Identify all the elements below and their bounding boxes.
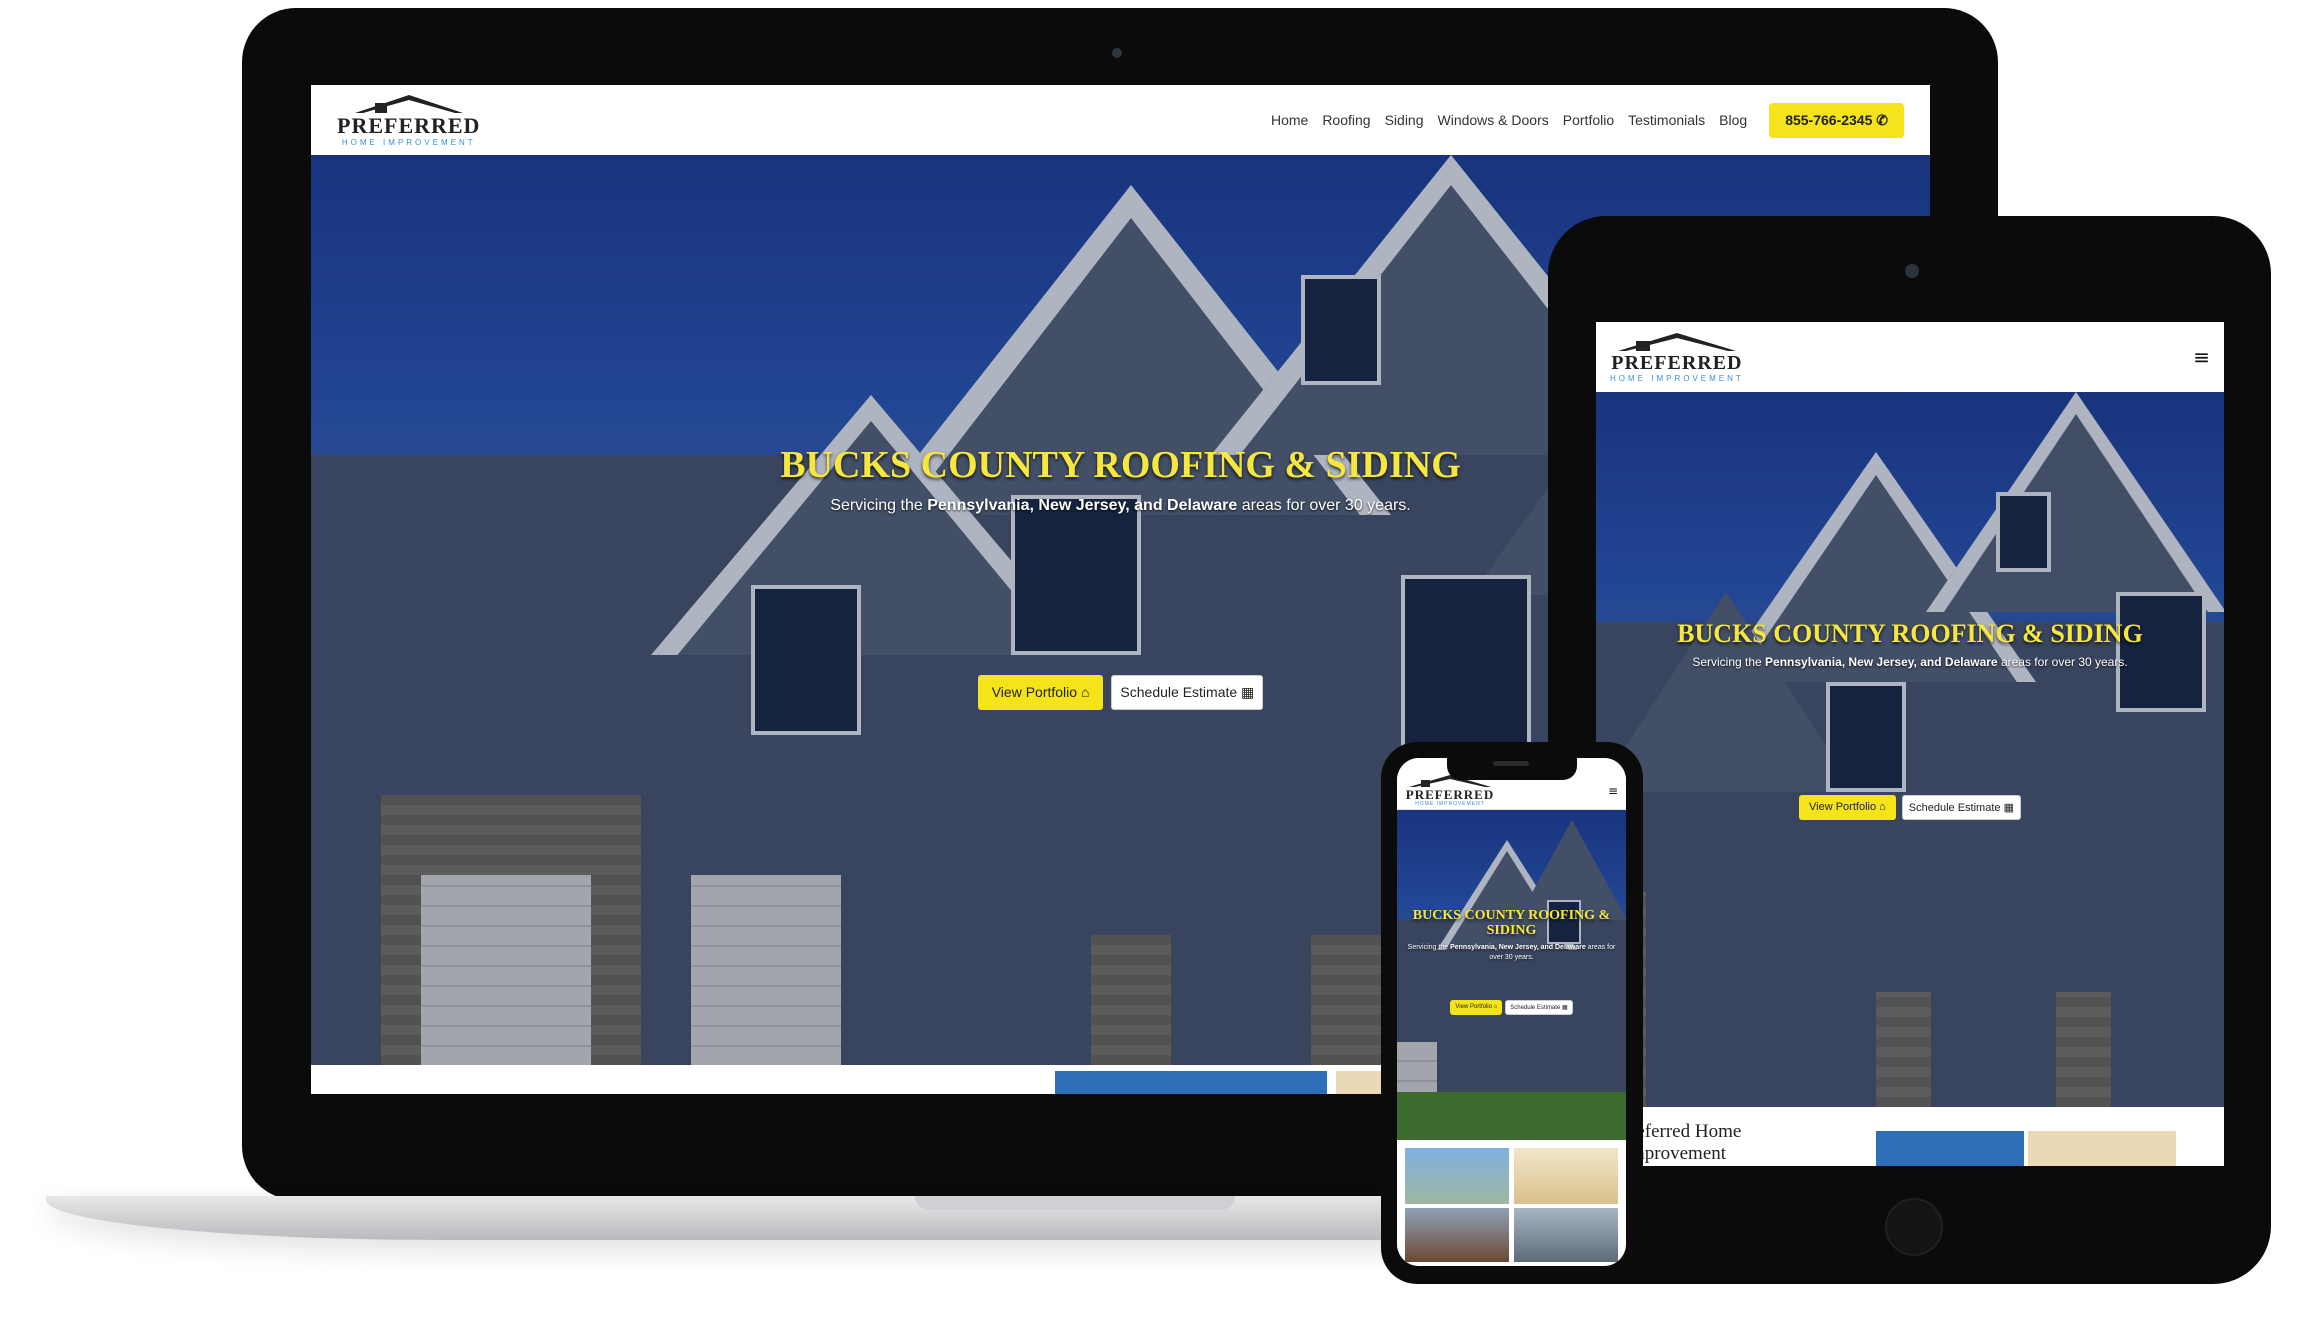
logo-subtext: HOME IMPROVEMENT: [1610, 374, 1744, 383]
portfolio-thumbnail[interactable]: [1405, 1208, 1509, 1262]
schedule-estimate-label: Schedule Estimate: [1120, 683, 1238, 700]
view-portfolio-label: View Portfolio: [991, 683, 1078, 700]
hero-subtitle-prefix: Servicing the: [1692, 654, 1762, 669]
section-heading-line1: referred Home: [1630, 1121, 1742, 1142]
portfolio-thumbnail[interactable]: [2028, 1131, 2176, 1166]
logo[interactable]: PREFERRED HOME IMPROVEMENT: [1610, 331, 1744, 383]
hero-buttons: View Portfolio ⌂ Schedule Estimate ▦: [1596, 794, 2224, 820]
calendar-icon: ▦: [2003, 801, 2014, 814]
portfolio-thumbnail[interactable]: [1514, 1148, 1618, 1204]
phone-notch: [1447, 756, 1577, 780]
nav-portfolio[interactable]: Portfolio: [1563, 112, 1614, 128]
view-portfolio-button[interactable]: View Portfolio ⌂: [977, 674, 1104, 710]
view-portfolio-button[interactable]: View Portfolio ⌂: [1450, 1000, 1503, 1016]
logo-subtext: HOME IMPROVEMENT: [1415, 801, 1485, 807]
portfolio-thumbnail[interactable]: [1514, 1208, 1618, 1262]
section-heading-line2: mprovement: [1630, 1142, 1727, 1164]
hamburger-icon[interactable]: ≡: [2193, 345, 2210, 369]
schedule-estimate-label: Schedule Estimate: [1908, 801, 2001, 814]
logo[interactable]: PREFERRED HOME IMPROVEMENT: [337, 93, 480, 147]
tablet-camera: [1905, 264, 1919, 278]
hamburger-icon[interactable]: ≡: [1608, 784, 1618, 798]
nav-siding[interactable]: Siding: [1385, 112, 1424, 128]
hero-subtitle: Servicing the Pennsylvania, New Jersey, …: [1397, 943, 1626, 963]
portfolio-grid: [1397, 1140, 1626, 1266]
logo-text: PREFERRED: [337, 113, 481, 138]
hero-subtitle-regions: Pennsylvania, New Jersey, and Delaware: [1450, 943, 1586, 951]
view-portfolio-label: View Portfolio: [1455, 1004, 1492, 1011]
hero-section: BUCKS COUNTY ROOFING & SIDING Servicing …: [1397, 810, 1626, 1140]
home-icon: ⌂: [1879, 800, 1886, 813]
main-nav: Home Roofing Siding Windows & Doors Port…: [1257, 102, 1904, 138]
home-icon: ⌂: [1080, 683, 1090, 700]
tablet-screen: PREFERRED HOME IMPROVEMENT ≡ BUCKS COUNT…: [1596, 322, 2224, 1166]
phone-number: 855-766-2345: [1785, 111, 1873, 128]
hero-subtitle-suffix: areas for over 30 years.: [2000, 654, 2128, 669]
schedule-estimate-button[interactable]: Schedule Estimate ▦: [1111, 674, 1264, 710]
calendar-icon: ▦: [1561, 1005, 1568, 1012]
hero-content: BUCKS COUNTY ROOFING & SIDING Servicing …: [1397, 908, 1626, 1016]
hero-title: BUCKS COUNTY ROOFING & SIDING: [1677, 619, 2143, 648]
site-header: PREFERRED HOME IMPROVEMENT Home Roofing …: [311, 85, 1930, 156]
hero-subtitle-prefix: Servicing the: [830, 496, 923, 514]
phone-icon: ✆: [1876, 111, 1888, 128]
logo-subtext: HOME IMPROVEMENT: [341, 138, 476, 147]
view-portfolio-button[interactable]: View Portfolio ⌂: [1799, 794, 1896, 820]
section-heading: referred Home mprovement: [1630, 1121, 1741, 1165]
house-roof-icon: [1617, 333, 1736, 351]
hero-subtitle-regions: Pennsylvania, New Jersey, and Delaware: [1765, 654, 1998, 669]
schedule-estimate-label: Schedule Estimate: [1510, 1005, 1561, 1012]
hero-title: BUCKS COUNTY ROOFING & SIDING: [1397, 908, 1626, 939]
nav-blog[interactable]: Blog: [1719, 112, 1747, 128]
schedule-estimate-button[interactable]: Schedule Estimate ▦: [1901, 794, 2021, 820]
phone-speaker: [1493, 761, 1529, 766]
phone-button[interactable]: 855-766-2345 ✆: [1769, 102, 1904, 138]
portfolio-thumbnail[interactable]: [1405, 1148, 1509, 1204]
nav-windows-doors[interactable]: Windows & Doors: [1438, 112, 1549, 128]
home-icon: ⌂: [1493, 1004, 1498, 1011]
phone-screen: PREFERRED HOME IMPROVEMENT ≡ BUCKS COUNT…: [1397, 758, 1626, 1266]
hero-buttons: View Portfolio ⌂ Schedule Estimate ▦: [1397, 1000, 1626, 1016]
hero-subtitle-suffix: areas for over 30 years.: [1241, 496, 1411, 514]
below-hero: referred Home mprovement: [1596, 1107, 2224, 1166]
view-portfolio-label: View Portfolio: [1809, 800, 1877, 813]
hero-title-line1: BUCKS COUNTY ROOFING &: [1412, 908, 1611, 923]
portfolio-thumbnail[interactable]: [1876, 1131, 2024, 1166]
logo-text: PREFERRED: [1611, 352, 1743, 374]
nav-home[interactable]: Home: [1271, 112, 1308, 128]
laptop-camera: [1112, 48, 1122, 58]
hero-subtitle: Servicing the Pennsylvania, New Jersey, …: [1596, 655, 2224, 669]
nav-testimonials[interactable]: Testimonials: [1628, 112, 1705, 128]
portfolio-thumbnail[interactable]: [1055, 1071, 1327, 1094]
nav-roofing[interactable]: Roofing: [1322, 112, 1370, 128]
house-roof-icon: [354, 95, 463, 113]
logo-text: PREFERRED: [1405, 787, 1495, 802]
hero-subtitle-regions: Pennsylvania, New Jersey, and Delaware: [927, 496, 1238, 514]
hero-content: BUCKS COUNTY ROOFING & SIDING Servicing …: [1596, 619, 2224, 820]
tablet-home-button[interactable]: [1885, 1198, 1943, 1256]
hero-subtitle-prefix: Servicing the: [1407, 943, 1449, 951]
site-header: PREFERRED HOME IMPROVEMENT ≡: [1596, 322, 2224, 393]
calendar-icon: ▦: [1241, 683, 1255, 700]
hero-title-line2: SIDING: [1486, 923, 1537, 939]
hero-section: BUCKS COUNTY ROOFING & SIDING Servicing …: [1596, 392, 2224, 1107]
schedule-estimate-button[interactable]: Schedule Estimate ▦: [1505, 1000, 1573, 1016]
laptop-base-notch: [915, 1196, 1235, 1210]
